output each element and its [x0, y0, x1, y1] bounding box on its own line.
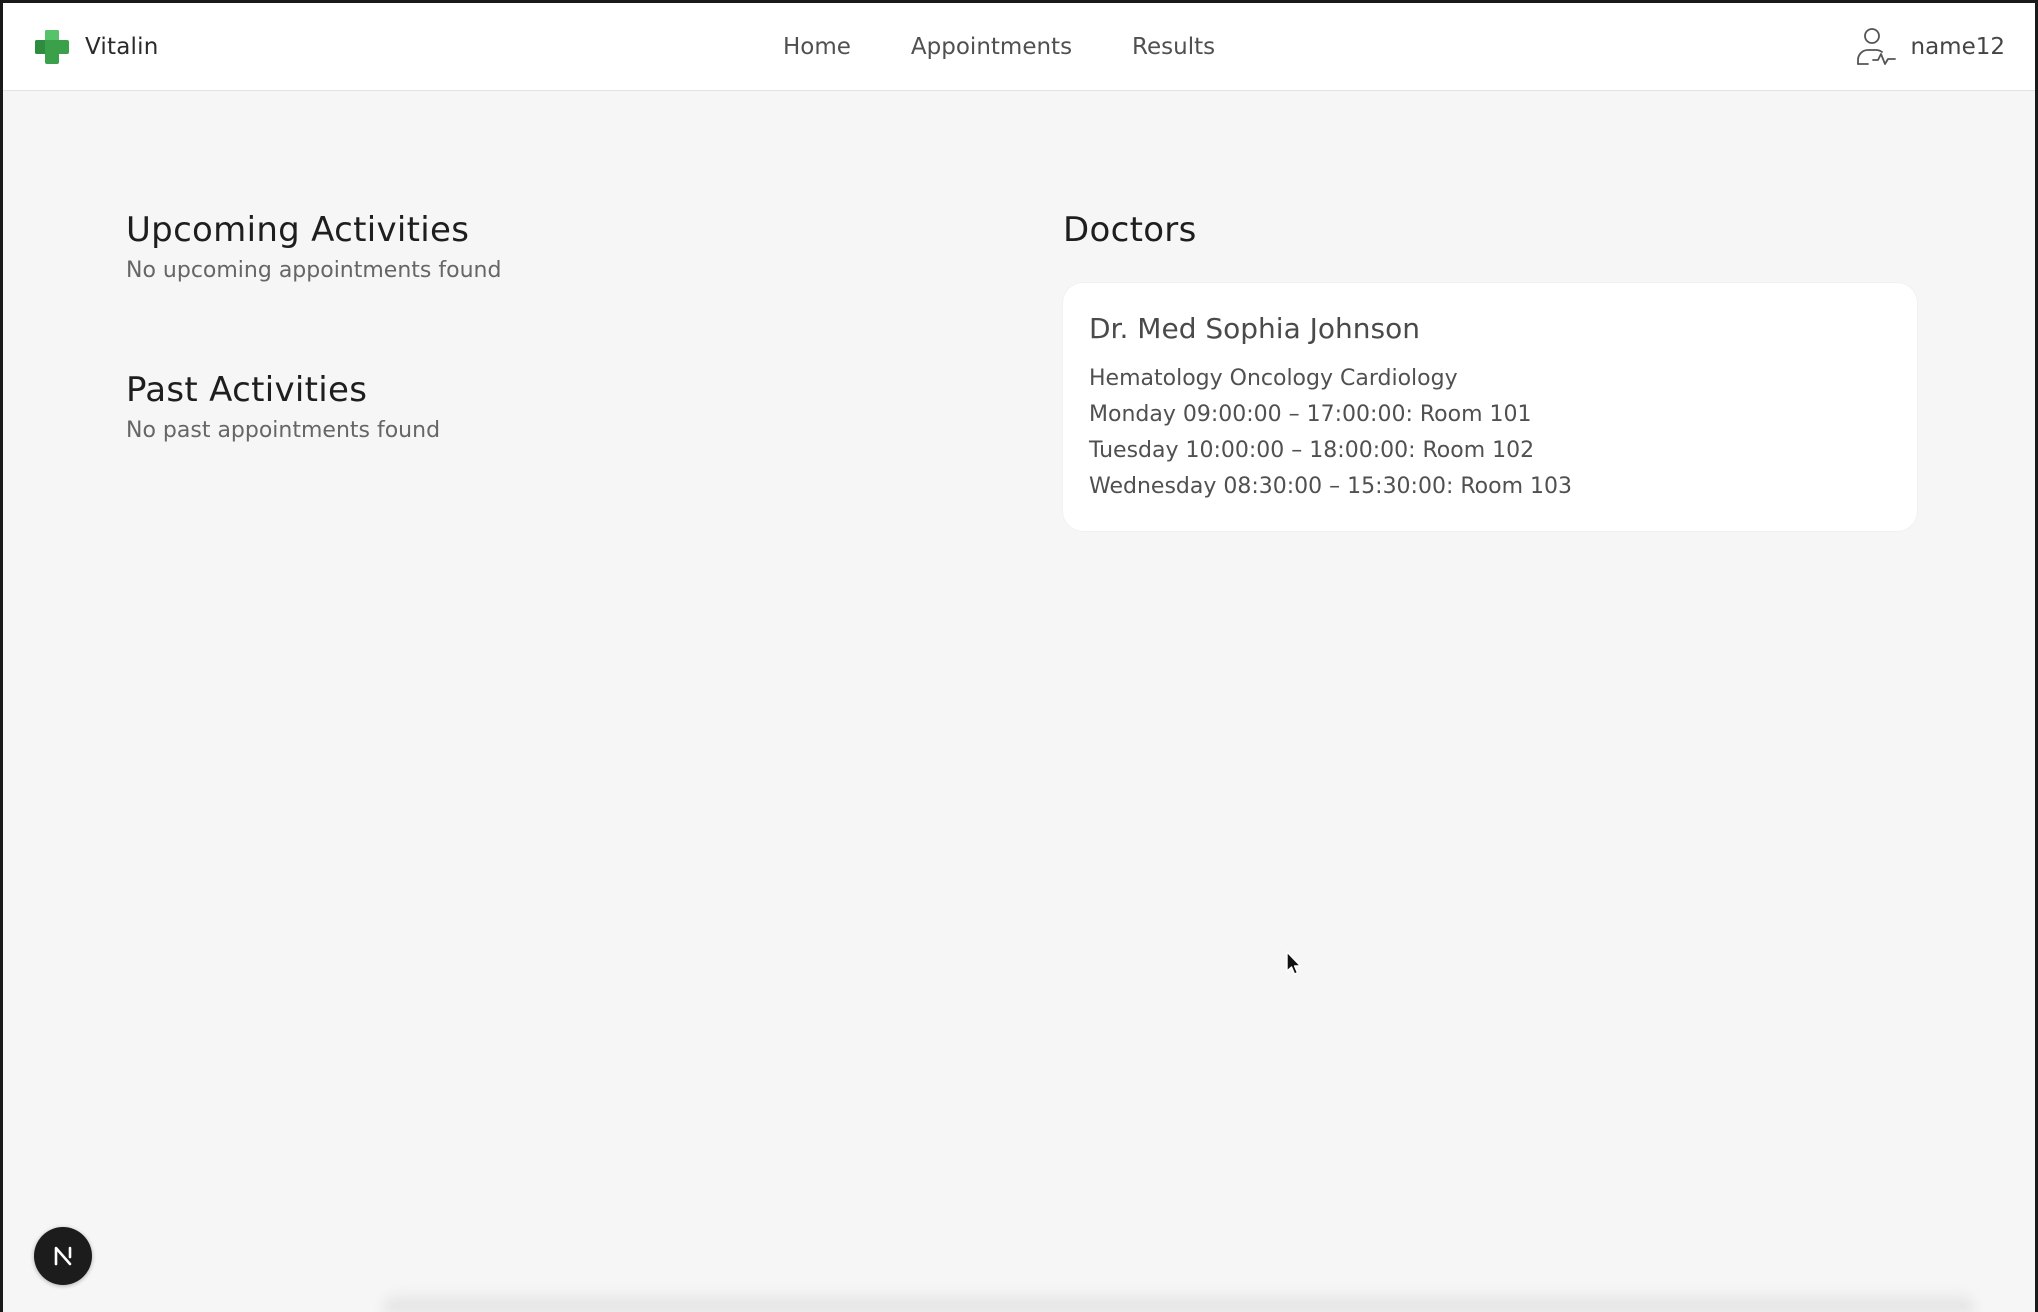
user-health-icon	[1856, 28, 1896, 65]
n-logo-icon	[54, 1246, 72, 1266]
upcoming-activities: Upcoming Activities No upcoming appointm…	[126, 207, 926, 287]
doctor-schedule-row: Monday 09:00:00 – 17:00:00: Room 101	[1089, 402, 1532, 427]
doctor-schedule-row: Wednesday 08:30:00 – 15:30:00: Room 103	[1089, 474, 1573, 499]
upcoming-title: Upcoming Activities	[126, 210, 470, 250]
user-menu[interactable]: name12	[1855, 25, 2006, 69]
doctor-card[interactable]: Dr. Med Sophia Johnson Hematology Oncolo…	[1063, 283, 1917, 531]
brand-name: Vitalin	[85, 34, 159, 60]
upcoming-empty-text: No upcoming appointments found	[126, 258, 502, 283]
nav-results[interactable]: Results	[1132, 34, 1215, 60]
top-navbar: Vitalin Home Appointments Results name12	[3, 3, 2035, 91]
n-logo-button[interactable]	[34, 1227, 92, 1285]
nav-home[interactable]: Home	[783, 34, 851, 60]
doctor-name: Dr. Med Sophia Johnson	[1089, 312, 1420, 345]
brand-link[interactable]: Vitalin	[33, 27, 159, 67]
bottom-shadow	[383, 1290, 1975, 1312]
main-nav: Home Appointments Results	[783, 25, 1215, 69]
past-activities: Past Activities No past appointments fou…	[126, 367, 926, 447]
past-title: Past Activities	[126, 370, 368, 410]
username: name12	[1910, 34, 2006, 60]
doctor-schedule-row: Tuesday 10:00:00 – 18:00:00: Room 102	[1089, 438, 1535, 463]
doctors-column: Doctors Dr. Med Sophia Johnson Hematolog…	[1063, 207, 1917, 531]
doctors-title: Doctors	[1063, 210, 1197, 250]
past-empty-text: No past appointments found	[126, 418, 441, 443]
doctor-specialties: Hematology Oncology Cardiology	[1089, 366, 1458, 391]
nav-appointments[interactable]: Appointments	[911, 34, 1072, 60]
medical-cross-icon	[35, 30, 69, 64]
app-window: Vitalin Home Appointments Results name12…	[0, 0, 2038, 1312]
mouse-cursor-icon	[1286, 951, 1302, 975]
activities-column: Upcoming Activities No upcoming appointm…	[126, 207, 926, 447]
